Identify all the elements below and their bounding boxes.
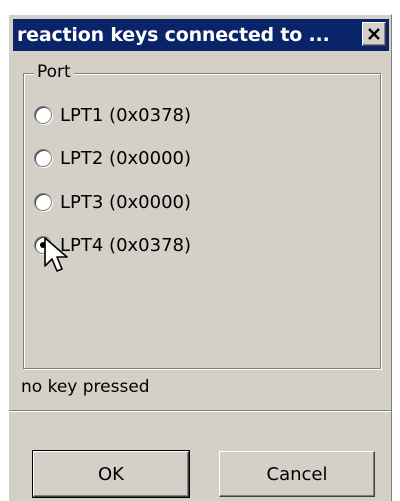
- radio-label: LPT3 (0x0000): [60, 191, 192, 213]
- radio-label: LPT4 (0x0378): [60, 234, 192, 256]
- radio-label: LPT1 (0x0378): [60, 104, 192, 126]
- title-bar[interactable]: reaction keys connected to ...: [13, 19, 389, 51]
- port-group-label: Port: [34, 62, 74, 82]
- radio-option-lpt3[interactable]: LPT3 (0x0000): [34, 190, 191, 214]
- radio-button[interactable]: [34, 106, 52, 124]
- radio-button-selected[interactable]: [34, 236, 52, 254]
- close-button[interactable]: [362, 22, 386, 46]
- window-title: reaction keys connected to ...: [17, 24, 330, 46]
- cancel-button[interactable]: Cancel: [219, 451, 375, 497]
- radio-button[interactable]: [34, 193, 52, 211]
- radio-label: LPT2 (0x0000): [60, 147, 192, 169]
- divider: [9, 410, 391, 412]
- radio-button[interactable]: [34, 149, 52, 167]
- status-text: no key pressed: [21, 377, 150, 397]
- radio-option-lpt1[interactable]: LPT1 (0x0378): [34, 103, 191, 127]
- port-groupbox: Port LPT1 (0x0378) LPT2 (0x0000) LPT3 (0…: [23, 62, 381, 369]
- close-icon: [368, 28, 380, 40]
- dialog-window: reaction keys connected to ... Port LPT1…: [8, 14, 392, 501]
- radio-option-lpt2[interactable]: LPT2 (0x0000): [34, 146, 191, 170]
- radio-option-lpt4[interactable]: LPT4 (0x0378): [34, 233, 191, 257]
- ok-button[interactable]: OK: [32, 450, 190, 498]
